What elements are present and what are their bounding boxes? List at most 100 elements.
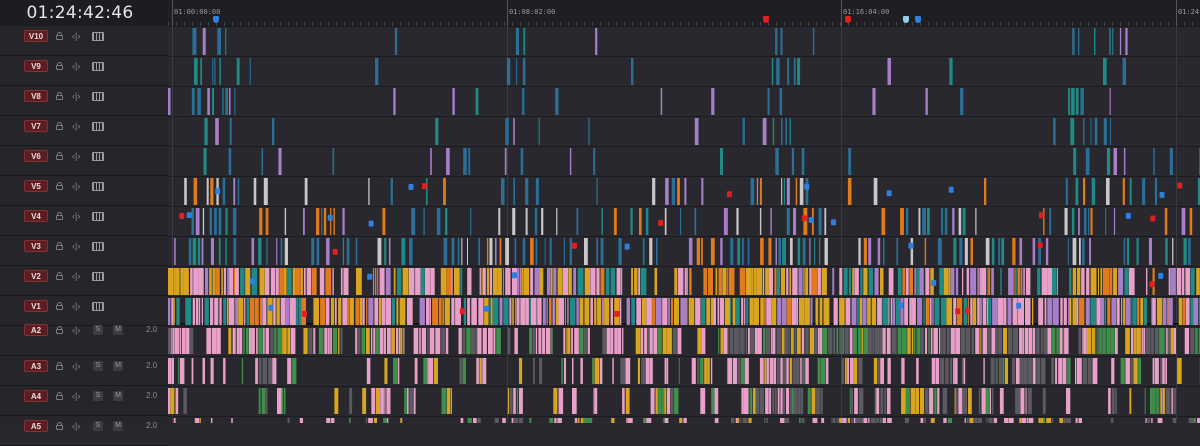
video-clip[interactable] bbox=[1091, 118, 1092, 145]
audio-clip[interactable] bbox=[579, 328, 583, 354]
video-clip[interactable] bbox=[211, 238, 214, 265]
audio-clip[interactable] bbox=[962, 358, 964, 384]
clip-marker[interactable] bbox=[484, 306, 489, 312]
audio-clip[interactable] bbox=[263, 328, 265, 354]
audio-clip[interactable] bbox=[1195, 328, 1198, 354]
video-clip[interactable] bbox=[202, 238, 204, 265]
video-clip[interactable] bbox=[1185, 268, 1190, 295]
video-clip[interactable] bbox=[221, 268, 223, 295]
lock-icon[interactable] bbox=[56, 275, 63, 280]
audio-clip[interactable] bbox=[644, 328, 647, 354]
video-track-header[interactable]: V1‹|› bbox=[0, 296, 168, 326]
video-clip[interactable] bbox=[237, 58, 240, 85]
audio-clip[interactable] bbox=[794, 388, 797, 414]
video-clip[interactable] bbox=[1126, 298, 1131, 325]
audio-clip[interactable] bbox=[750, 388, 753, 414]
video-clip[interactable] bbox=[293, 268, 296, 295]
video-clip[interactable] bbox=[271, 268, 275, 295]
video-clip[interactable] bbox=[554, 298, 555, 325]
video-clip[interactable] bbox=[1155, 178, 1157, 205]
video-clip[interactable] bbox=[849, 268, 851, 295]
video-clip[interactable] bbox=[839, 268, 842, 295]
video-clip[interactable] bbox=[751, 178, 755, 205]
audio-clip[interactable] bbox=[533, 328, 536, 354]
audio-clip[interactable] bbox=[822, 328, 827, 354]
audio-clip[interactable] bbox=[758, 328, 762, 354]
film-strip-icon[interactable] bbox=[92, 242, 104, 251]
video-clip[interactable] bbox=[782, 298, 787, 325]
audio-clip[interactable] bbox=[446, 328, 449, 354]
audio-clip[interactable] bbox=[1029, 418, 1034, 423]
video-clip[interactable] bbox=[185, 298, 191, 325]
audio-clip[interactable] bbox=[814, 328, 818, 354]
audio-clip[interactable] bbox=[911, 388, 916, 414]
audio-clip[interactable] bbox=[812, 388, 816, 414]
audio-clip[interactable] bbox=[816, 388, 821, 414]
video-clip[interactable] bbox=[210, 208, 212, 235]
audio-clip[interactable] bbox=[1097, 328, 1099, 354]
audio-clip[interactable] bbox=[947, 328, 950, 354]
audio-clip[interactable] bbox=[409, 388, 413, 414]
audio-clip[interactable] bbox=[748, 328, 750, 354]
audio-clip[interactable] bbox=[203, 358, 206, 384]
audio-clip[interactable] bbox=[1163, 388, 1164, 414]
clip-marker[interactable] bbox=[512, 272, 517, 278]
lock-icon[interactable] bbox=[56, 305, 63, 310]
audio-clip[interactable] bbox=[1082, 328, 1083, 354]
audio-clip[interactable] bbox=[628, 418, 633, 423]
clip-marker[interactable] bbox=[625, 244, 630, 250]
audio-clip[interactable] bbox=[931, 418, 935, 423]
video-clip[interactable] bbox=[701, 178, 703, 205]
video-clip[interactable] bbox=[260, 298, 262, 325]
video-clip[interactable] bbox=[938, 238, 942, 265]
video-clip[interactable] bbox=[407, 298, 413, 325]
video-clip[interactable] bbox=[332, 268, 333, 295]
audio-clip[interactable] bbox=[996, 358, 998, 384]
audio-clip[interactable] bbox=[391, 328, 395, 354]
video-clip[interactable] bbox=[893, 298, 896, 325]
audio-clip[interactable] bbox=[414, 328, 419, 354]
audio-clip[interactable] bbox=[1046, 418, 1051, 423]
video-clip[interactable] bbox=[515, 238, 517, 265]
video-clip[interactable] bbox=[213, 268, 215, 295]
audio-clip[interactable] bbox=[1015, 388, 1020, 414]
video-clip[interactable] bbox=[287, 268, 292, 295]
video-clip[interactable] bbox=[766, 298, 771, 325]
audio-clip[interactable] bbox=[566, 328, 567, 354]
solo-button[interactable]: S bbox=[93, 361, 103, 371]
video-clip[interactable] bbox=[639, 208, 642, 235]
video-clip[interactable] bbox=[912, 298, 916, 325]
video-clip[interactable] bbox=[523, 28, 525, 55]
video-clip[interactable] bbox=[825, 238, 828, 265]
audio-clip[interactable] bbox=[856, 418, 861, 423]
video-clip[interactable] bbox=[992, 298, 998, 325]
audio-clip[interactable] bbox=[529, 418, 531, 423]
video-clip[interactable] bbox=[1123, 298, 1125, 325]
audio-clip[interactable] bbox=[284, 388, 286, 414]
audio-clip[interactable] bbox=[1111, 358, 1114, 384]
audio-clip[interactable] bbox=[361, 328, 365, 354]
clip-marker[interactable] bbox=[931, 280, 936, 286]
track-name-badge[interactable]: V10 bbox=[24, 30, 48, 42]
audio-clip[interactable] bbox=[962, 388, 967, 414]
audio-clip[interactable] bbox=[767, 358, 769, 384]
video-clip[interactable] bbox=[998, 298, 1003, 325]
video-clip[interactable] bbox=[580, 298, 584, 325]
video-clip[interactable] bbox=[570, 238, 572, 265]
video-clip[interactable] bbox=[366, 298, 367, 325]
track-separator[interactable] bbox=[168, 146, 1200, 147]
audio-clip[interactable] bbox=[383, 418, 386, 423]
audio-clip[interactable] bbox=[584, 418, 588, 423]
audio-clip[interactable] bbox=[334, 388, 338, 414]
audio-clip[interactable] bbox=[665, 418, 669, 423]
audio-clip[interactable] bbox=[799, 418, 801, 423]
video-clip[interactable] bbox=[262, 148, 264, 175]
audio-clip[interactable] bbox=[955, 358, 958, 384]
video-clip[interactable] bbox=[790, 238, 793, 265]
video-clip[interactable] bbox=[953, 238, 956, 265]
audio-clip[interactable] bbox=[533, 358, 535, 384]
audio-clip[interactable] bbox=[858, 328, 862, 354]
video-clip[interactable] bbox=[1107, 298, 1110, 325]
video-clip[interactable] bbox=[556, 208, 557, 235]
video-clip[interactable] bbox=[277, 298, 280, 325]
